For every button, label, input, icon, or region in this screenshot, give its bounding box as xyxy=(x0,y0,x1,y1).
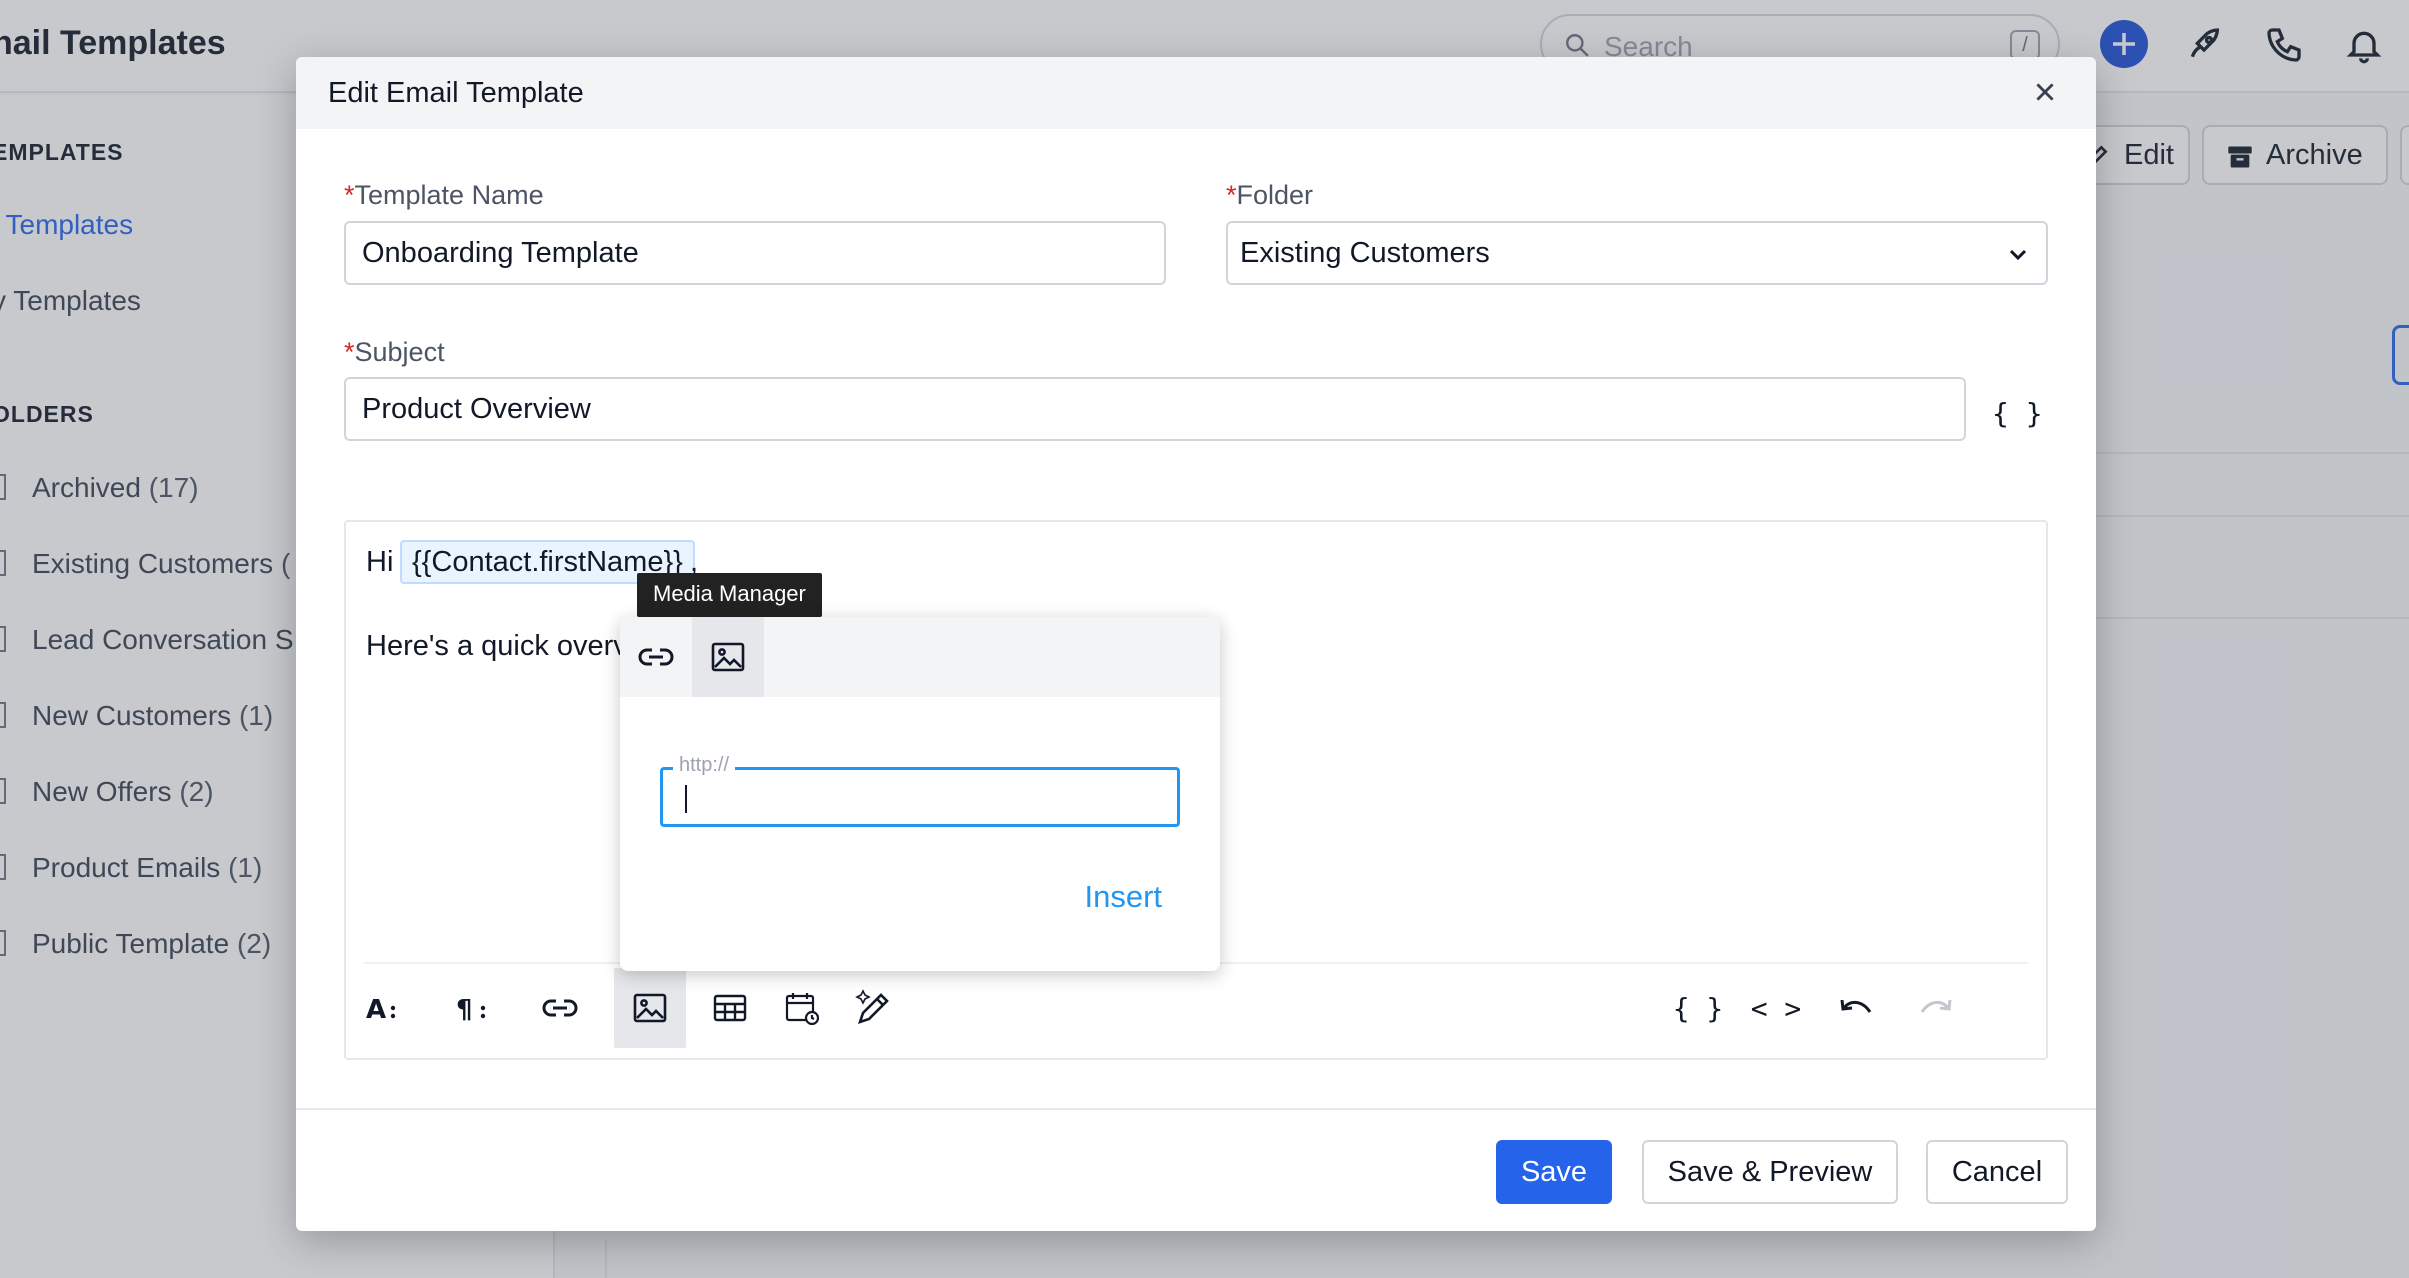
subject-label: *Subject xyxy=(344,337,445,367)
image-url-input[interactable] xyxy=(675,776,1165,818)
link-icon xyxy=(638,648,674,666)
popup-tab-bar xyxy=(620,617,1220,697)
table-icon xyxy=(713,994,747,1022)
undo-icon xyxy=(1840,999,1872,1013)
modal-header: Edit Email Template xyxy=(296,57,2096,129)
magic-pen-icon xyxy=(855,989,889,1025)
insert-image-popup: http:// Insert xyxy=(620,617,1220,971)
svg-text:A: A xyxy=(366,995,386,1024)
folder-selected-value: Existing Customers xyxy=(1240,237,1490,269)
tab-image-by-url[interactable] xyxy=(620,617,692,697)
subject-merge-fields-button[interactable]: { } xyxy=(1992,397,2043,430)
editor-body-line: Here's a quick overv xyxy=(366,630,628,662)
insert-button[interactable]: Insert xyxy=(1084,879,1162,915)
link-icon xyxy=(542,999,578,1017)
template-name-input[interactable] xyxy=(344,221,1166,285)
tab-media-manager[interactable] xyxy=(692,617,764,697)
modal-title: Edit Email Template xyxy=(328,77,584,109)
subject-input[interactable] xyxy=(344,377,1966,441)
image-icon xyxy=(711,642,745,672)
chevron-down-icon xyxy=(2009,249,2027,261)
editor-greeting: Hi xyxy=(366,546,394,578)
text-caret xyxy=(685,785,687,813)
font-size-icon: A xyxy=(366,995,396,1024)
save-preview-button[interactable]: Save & Preview xyxy=(1642,1140,1898,1204)
paragraph-format-button[interactable]: ¶ xyxy=(436,968,508,1048)
source-code-button[interactable]: < > xyxy=(1740,968,1812,1048)
close-icon[interactable] xyxy=(2032,79,2058,105)
insert-calendar-button[interactable] xyxy=(766,968,838,1048)
redo-button[interactable] xyxy=(1900,968,1972,1048)
calendar-icon xyxy=(785,993,819,1025)
media-manager-tooltip: Media Manager xyxy=(637,573,822,617)
image-url-field[interactable]: http:// xyxy=(660,754,1180,827)
save-button[interactable]: Save xyxy=(1496,1140,1612,1204)
redo-icon xyxy=(1920,999,1952,1013)
merge-fields-button[interactable]: { } xyxy=(1662,968,1734,1048)
undo-button[interactable] xyxy=(1820,968,1892,1048)
insert-table-button[interactable] xyxy=(694,968,766,1048)
url-field-label: http:// xyxy=(673,754,736,777)
svg-text:¶: ¶ xyxy=(456,995,473,1024)
insert-link-button[interactable] xyxy=(524,968,596,1048)
cancel-button[interactable]: Cancel xyxy=(1926,1140,2068,1204)
footer-divider xyxy=(296,1108,2096,1110)
paragraph-icon: ¶ xyxy=(456,995,486,1024)
ai-write-button[interactable] xyxy=(838,968,910,1048)
insert-image-button[interactable] xyxy=(614,968,686,1048)
image-icon xyxy=(633,993,667,1023)
font-size-button[interactable]: A xyxy=(346,968,418,1048)
folder-label: *Folder xyxy=(1226,180,1314,210)
folder-select[interactable]: Existing Customers xyxy=(1226,221,2048,285)
template-name-label: *Template Name xyxy=(344,180,544,210)
